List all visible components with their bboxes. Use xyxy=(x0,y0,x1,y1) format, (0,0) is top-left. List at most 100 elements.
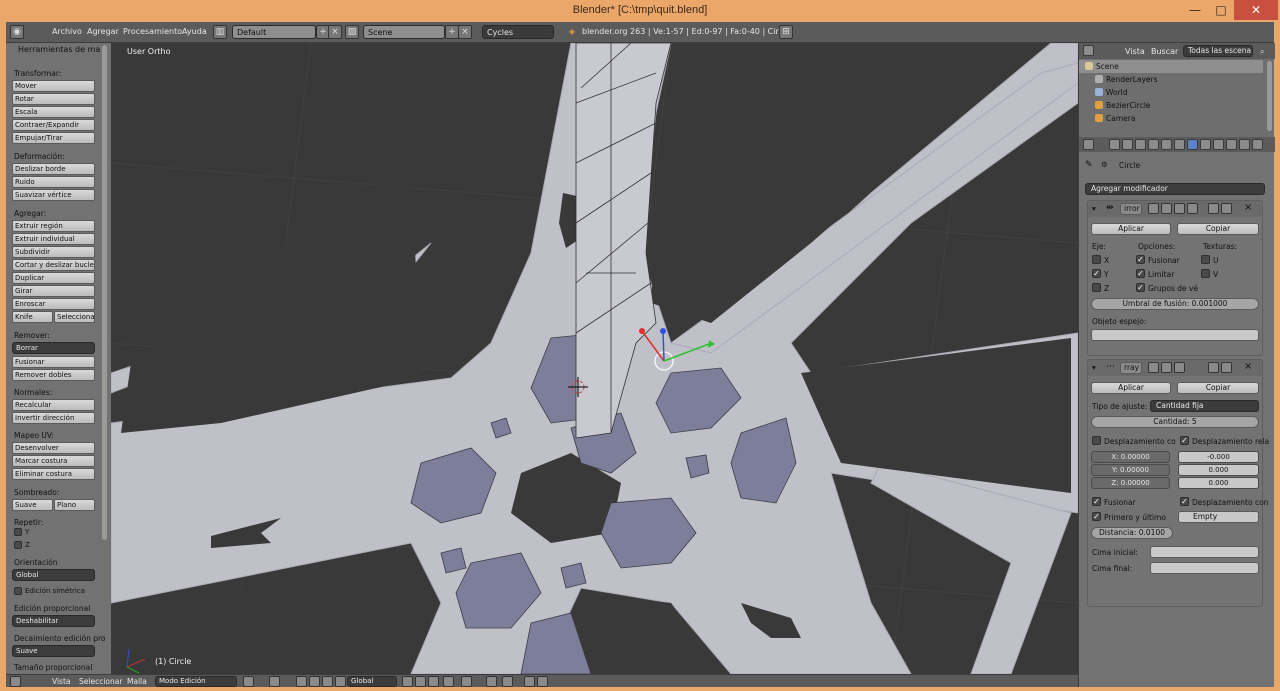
spin-button[interactable]: Girar xyxy=(12,285,95,297)
array-viewport-toggle-icon[interactable] xyxy=(1161,362,1172,373)
constant-x-field[interactable]: X: 0.00000 xyxy=(1091,451,1170,463)
render-tab-icon[interactable] xyxy=(1109,139,1120,150)
merge-distance-slider[interactable]: Distancia: 0.0100 xyxy=(1091,527,1173,539)
render-engine-select[interactable]: Cycles xyxy=(482,25,554,39)
collapse-arrow-icon[interactable]: ▾ xyxy=(1092,204,1096,213)
screen-layout-icon[interactable]: ▥ xyxy=(213,25,227,39)
array-editmode-toggle-icon[interactable] xyxy=(1174,362,1185,373)
menu-procesamiento[interactable]: Procesamiento xyxy=(123,27,182,36)
modifiers-tab-icon[interactable] xyxy=(1187,139,1198,150)
maximize-button[interactable]: □ xyxy=(1208,0,1234,20)
falloff-dropdown[interactable]: Suave xyxy=(12,645,95,657)
scale-button[interactable]: Escala xyxy=(12,106,95,118)
remove-doubles-button[interactable]: Remover dobles xyxy=(12,369,95,381)
snap-element-icon[interactable] xyxy=(502,676,513,687)
unwrap-button[interactable]: Desenvolver xyxy=(12,442,95,454)
scene-tab-icon[interactable] xyxy=(1135,139,1146,150)
viewport-canvas[interactable] xyxy=(111,43,1078,674)
tool-shelf-scrollbar[interactable] xyxy=(102,45,107,540)
offset-object-field[interactable]: Empty xyxy=(1178,511,1259,523)
axis-z-checkbox[interactable] xyxy=(1092,283,1101,292)
close-button[interactable]: ✕ xyxy=(1234,0,1278,20)
mirror-object-field[interactable] xyxy=(1091,329,1259,341)
edge-select-icon[interactable] xyxy=(415,676,426,687)
translate-manipulator-icon[interactable] xyxy=(309,676,320,687)
add-modifier-dropdown[interactable]: Agregar modificador xyxy=(1085,183,1265,195)
scene-field[interactable]: Scene xyxy=(363,25,445,39)
loop-cut-button[interactable]: Cortar y deslizar bucle xyxy=(12,259,95,271)
start-cap-field[interactable] xyxy=(1150,546,1259,558)
add-scene-icon[interactable]: + xyxy=(445,25,459,39)
axis-x-checkbox[interactable] xyxy=(1092,255,1101,264)
proportional-edit-icon[interactable] xyxy=(461,676,472,687)
transform-orientation-select[interactable]: Global xyxy=(347,676,397,687)
editor-type-icon[interactable]: ◉ xyxy=(10,25,24,39)
scale-manipulator-icon[interactable] xyxy=(335,676,346,687)
data-tab-icon[interactable] xyxy=(1200,139,1211,150)
move-up-icon[interactable] xyxy=(1208,203,1219,214)
rotate-manipulator-icon[interactable] xyxy=(322,676,333,687)
array-move-down-icon[interactable] xyxy=(1221,362,1232,373)
array-merge-checkbox[interactable]: ✓ xyxy=(1092,497,1101,506)
screen-layout-field[interactable]: Default xyxy=(232,25,316,39)
flip-direction-button[interactable]: Invertir dirección xyxy=(12,412,95,424)
remove-screen-icon[interactable]: × xyxy=(328,25,342,39)
rotate-button[interactable]: Rotar xyxy=(12,93,95,105)
orientation-dropdown[interactable]: Global xyxy=(12,569,95,581)
minimize-button[interactable]: — xyxy=(1182,0,1208,20)
array-apply-button[interactable]: Aplicar xyxy=(1091,382,1171,394)
snap-icon[interactable] xyxy=(486,676,497,687)
mirror-modifier-name[interactable]: irror xyxy=(1120,203,1142,215)
constant-z-field[interactable]: Z: 0.00000 xyxy=(1091,477,1170,489)
constant-y-field[interactable]: Y: 0.00000 xyxy=(1091,464,1170,476)
layers-tab-icon[interactable] xyxy=(1122,139,1133,150)
menu-agregar[interactable]: Agregar xyxy=(87,27,119,36)
outliner-row-renderlayers[interactable]: RenderLayers xyxy=(1079,73,1263,86)
vertex-groups-checkbox[interactable]: ✓ xyxy=(1136,283,1145,292)
outliner-row-scene[interactable]: Scene xyxy=(1079,60,1263,73)
repeat-y-checkbox[interactable] xyxy=(14,528,22,536)
recalculate-button[interactable]: Recalcular xyxy=(12,399,95,411)
array-modifier-name[interactable]: rray xyxy=(1120,362,1142,374)
delete-dropdown[interactable]: Borrar xyxy=(12,342,95,354)
physics-tab-icon[interactable] xyxy=(1252,139,1263,150)
material-tab-icon[interactable] xyxy=(1213,139,1224,150)
relative-x-field[interactable]: -0.000 xyxy=(1178,451,1259,463)
remove-modifier-icon[interactable]: × xyxy=(1244,202,1252,213)
relative-offset-checkbox[interactable]: ✓ xyxy=(1180,436,1189,445)
manipulator-icon[interactable] xyxy=(296,676,307,687)
clear-seam-button[interactable]: Eliminar costura xyxy=(12,468,95,480)
outliner-search-menu[interactable]: Buscar xyxy=(1151,47,1178,56)
duplicate-button[interactable]: Duplicar xyxy=(12,272,95,284)
array-remove-modifier-icon[interactable]: × xyxy=(1244,361,1252,372)
cage-toggle-icon[interactable] xyxy=(1187,203,1198,214)
outliner-scrollbar[interactable] xyxy=(1267,61,1272,131)
smooth-vertex-button[interactable]: Suavizar vértice xyxy=(12,189,95,201)
render-preview-icon[interactable] xyxy=(524,676,535,687)
edge-slide-button[interactable]: Deslizar borde xyxy=(12,163,95,175)
merge-threshold-slider[interactable]: Umbral de fusión: 0.001000 xyxy=(1091,298,1259,310)
fit-type-dropdown[interactable]: Cantidad fija xyxy=(1150,400,1259,412)
extrude-individual-button[interactable]: Extruir individual xyxy=(12,233,95,245)
array-move-up-icon[interactable] xyxy=(1208,362,1219,373)
render-toggle-icon[interactable] xyxy=(1148,203,1159,214)
knife-button[interactable]: Knife xyxy=(12,311,53,323)
shrink-fatten-button[interactable]: Contraer/Expandir xyxy=(12,119,95,131)
outliner-search-icon[interactable]: ⌕ xyxy=(1260,47,1264,57)
properties-editor-icon[interactable] xyxy=(1083,139,1094,150)
menu-malla[interactable]: Malla xyxy=(127,677,147,686)
proportional-dropdown[interactable]: Deshabilitar xyxy=(12,615,95,627)
outliner-row-camera[interactable]: Camera xyxy=(1079,112,1263,125)
count-slider[interactable]: Cantidad: 5 xyxy=(1091,416,1259,428)
outliner-row-beziercircle[interactable]: BezierCircle xyxy=(1079,99,1263,112)
pivot-point-icon[interactable] xyxy=(269,676,280,687)
editmode-toggle-icon[interactable] xyxy=(1174,203,1185,214)
occlude-geometry-icon[interactable] xyxy=(443,676,454,687)
outliner-view-menu[interactable]: Vista xyxy=(1125,47,1145,56)
world-tab-icon[interactable] xyxy=(1148,139,1159,150)
3d-viewport[interactable]: User Ortho (1) Circle xyxy=(111,43,1078,674)
outliner-editor-icon[interactable] xyxy=(1083,45,1094,56)
fullscreen-icon[interactable]: ⊞ xyxy=(779,25,793,39)
pin-icon[interactable]: ✎ xyxy=(1085,160,1093,170)
end-cap-field[interactable] xyxy=(1150,562,1259,574)
